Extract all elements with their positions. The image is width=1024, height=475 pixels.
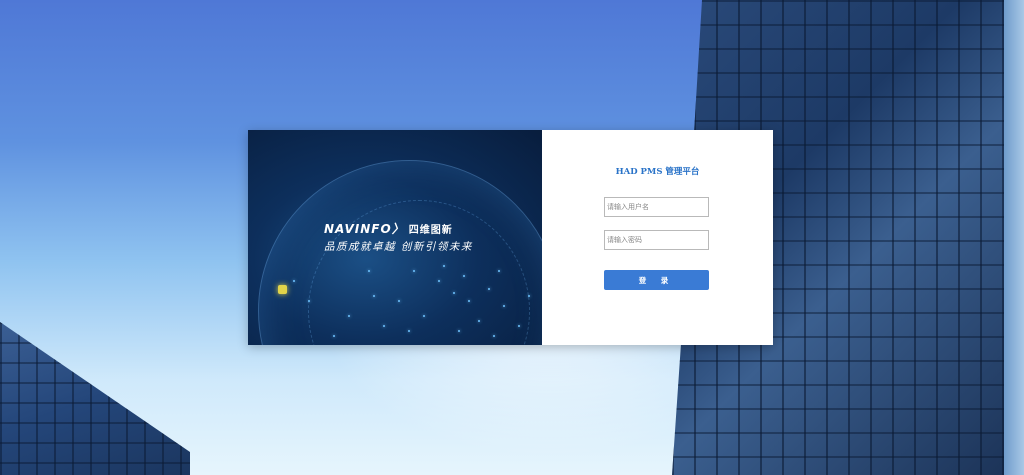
network-dot [503,305,505,307]
network-dot [408,330,410,332]
network-dot [443,265,445,267]
brand-banner: NAVINFO〉 四维图新 品质成就卓越 创新引领未来 [248,130,542,345]
building-right-edge [1004,0,1024,475]
network-dot [528,295,530,297]
logo-text: NAVINFO〉 [324,222,405,236]
login-form: HAD PMS 管理平台 登 录 [542,130,773,345]
network-dot [463,275,465,277]
network-dot [478,320,480,322]
login-button[interactable]: 登 录 [604,270,709,290]
network-dot [348,315,350,317]
network-dot [453,292,455,294]
network-dot [493,335,495,337]
building-left-image [0,322,190,475]
network-dot [438,280,440,282]
network-dot [498,270,500,272]
network-dot [468,300,470,302]
network-dot [308,300,310,302]
highlight-marker-icon [278,285,287,294]
login-page: NAVINFO〉 四维图新 品质成就卓越 创新引领未来 HAD PMS 管理平台 … [0,0,1024,475]
network-dot [488,288,490,290]
platform-title: HAD PMS 管理平台 [615,167,700,177]
network-dot [333,335,335,337]
network-dot [413,270,415,272]
network-dot [368,270,370,272]
network-dot [423,315,425,317]
logo-cn-text: 四维图新 [408,225,453,236]
brand-slogan: 品质成就卓越 创新引领未来 [324,241,473,253]
network-dot [518,325,520,327]
network-dot [458,330,460,332]
network-dot [383,325,385,327]
username-input[interactable] [604,197,709,217]
login-card: NAVINFO〉 四维图新 品质成就卓越 创新引领未来 HAD PMS 管理平台 … [248,130,773,345]
network-dot [373,295,375,297]
network-dot [398,300,400,302]
company-logo: NAVINFO〉 四维图新 [324,220,453,237]
network-dot [293,280,295,282]
password-input[interactable] [604,230,709,250]
